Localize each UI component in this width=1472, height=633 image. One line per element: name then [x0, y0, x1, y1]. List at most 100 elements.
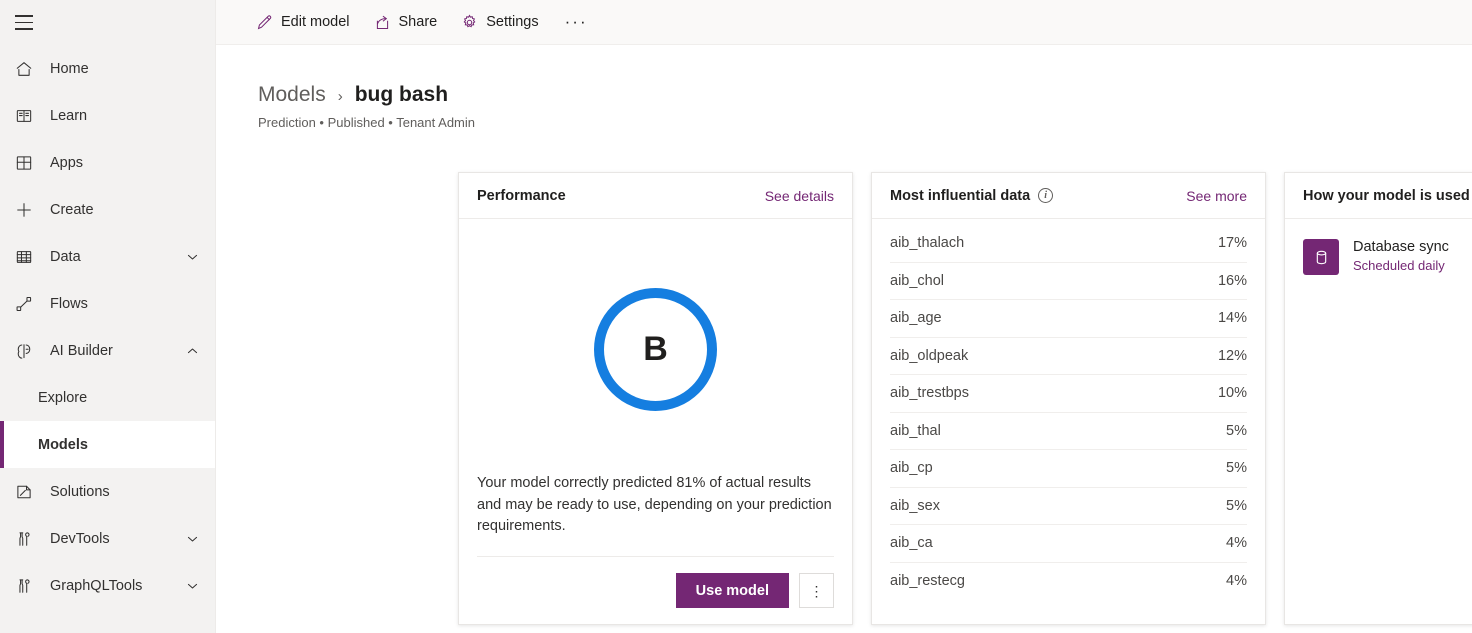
sidebar-item-label: Home — [50, 61, 89, 77]
influential-data-value: 4% — [1226, 573, 1247, 589]
plus-icon — [10, 196, 38, 224]
hamburger-icon[interactable] — [10, 9, 38, 37]
sidebar-item-flows[interactable]: Flows — [0, 280, 215, 327]
edit-model-button[interactable]: Edit model — [246, 8, 360, 37]
chevron-up-icon[interactable] — [186, 344, 199, 357]
sidebar-item-devtools[interactable]: DevTools — [0, 515, 215, 562]
influential-data-row: aib_oldpeak12% — [890, 338, 1247, 376]
more-horizontal-icon[interactable]: ··· — [553, 11, 600, 33]
performance-card: Performance See details B Your model cor… — [458, 172, 853, 625]
performance-card-body: B Your model correctly predicted 81% of … — [459, 219, 852, 624]
model-usage-card: How your model is used Database syncSche… — [1284, 172, 1472, 625]
influential-data-name: aib_ca — [890, 535, 933, 551]
apps-grid-icon — [10, 149, 38, 177]
usage-item[interactable]: Database syncScheduled daily — [1303, 219, 1472, 275]
sidebar-item-solutions[interactable]: Solutions — [0, 468, 215, 515]
sidebar-item-list: Home Learn Apps Create Data Flows AI Builder Ex… — [0, 45, 215, 609]
sidebar-item-learn[interactable]: Learn — [0, 92, 215, 139]
page-subtitle: Prediction • Published • Tenant Admin — [258, 115, 1472, 130]
more-options-button[interactable]: ⋮ — [799, 573, 834, 608]
cards-container: Performance See details B Your model cor… — [458, 172, 1472, 625]
book-icon — [10, 102, 38, 130]
performance-card-title: Performance — [477, 188, 566, 204]
sidebar-item-label: Solutions — [50, 484, 110, 500]
influential-data-name: aib_restecg — [890, 573, 965, 589]
influential-data-row: aib_restecg 4% — [890, 563, 1247, 601]
usage-item-texts: Database syncScheduled daily — [1353, 239, 1449, 273]
chevron-down-icon[interactable] — [186, 250, 199, 263]
flow-icon — [10, 290, 38, 318]
influential-data-name: aib_thalach — [890, 235, 964, 251]
breadcrumb: Models › bug bash — [258, 83, 1472, 107]
sidebar-item-label: Flows — [50, 296, 88, 312]
influential-data-name: aib_sex — [890, 498, 940, 514]
grade-badge: B — [594, 288, 717, 411]
settings-label: Settings — [486, 14, 538, 30]
page-title: bug bash — [355, 83, 448, 107]
breadcrumb-parent-link[interactable]: Models — [258, 83, 326, 107]
more-vertical-icon: ⋮ — [810, 589, 824, 593]
sidebar-item-label: Data — [50, 249, 81, 265]
see-more-link[interactable]: See more — [1186, 188, 1247, 204]
sidebar-item-label: Models — [38, 437, 88, 453]
sidebar-item-label: GraphQLTools — [50, 578, 142, 594]
influential-data-row: aib_thalach 17% — [890, 225, 1247, 263]
influential-data-value: 4% — [1226, 535, 1247, 551]
home-icon — [10, 55, 38, 83]
influential-data-value: 5% — [1226, 423, 1247, 439]
influential-data-name: aib_age — [890, 310, 942, 326]
settings-button[interactable]: Settings — [451, 8, 548, 37]
brain-icon — [10, 337, 38, 365]
sidebar-item-home[interactable]: Home — [0, 45, 215, 92]
influential-data-name: aib_trestbps — [890, 385, 969, 401]
main-content: Edit model Share — [216, 0, 1472, 633]
influential-data-name: aib_cp — [890, 460, 933, 476]
command-bar: Edit model Share — [216, 0, 1472, 45]
influential-data-row: aib_thal 5% — [890, 413, 1247, 451]
tools-icon — [10, 572, 38, 600]
sidebar-item-explore[interactable]: Explore — [0, 374, 215, 421]
sidebar-item-label: Create — [50, 202, 94, 218]
sidebar-item-graphqltools[interactable]: GraphQLTools — [0, 562, 215, 609]
influential-card-title: Most influential data i — [890, 188, 1053, 204]
share-icon — [374, 14, 391, 31]
usage-card-header: How your model is used — [1285, 173, 1472, 219]
sidebar-item-label: Explore — [38, 390, 87, 406]
influential-card-header: Most influential data i See more — [872, 173, 1265, 219]
usage-card-body: Database syncScheduled daily — [1285, 219, 1472, 624]
see-details-link[interactable]: See details — [765, 188, 834, 204]
chevron-down-icon[interactable] — [186, 532, 199, 545]
influential-data-name: aib_chol — [890, 273, 944, 289]
breadcrumb-chevron-icon: › — [338, 88, 343, 105]
sidebar-item-create[interactable]: Create — [0, 186, 215, 233]
info-icon[interactable]: i — [1038, 188, 1053, 203]
sidebar-item-models[interactable]: Models — [0, 421, 215, 468]
sidebar-item-label: Learn — [50, 108, 87, 124]
left-navigation-sidebar: Home Learn Apps Create Data Flows AI Builder Ex… — [0, 0, 216, 633]
sidebar-item-label: Apps — [50, 155, 83, 171]
influential-data-value: 17% — [1218, 235, 1247, 251]
use-model-button[interactable]: Use model — [676, 573, 789, 608]
usage-item-list: Database syncScheduled daily — [1303, 219, 1472, 275]
usage-card-title: How your model is used — [1303, 188, 1470, 204]
share-button[interactable]: Share — [364, 8, 448, 37]
sidebar-item-data[interactable]: Data — [0, 233, 215, 280]
influential-data-value: 16% — [1218, 273, 1247, 289]
chevron-down-icon[interactable] — [186, 579, 199, 592]
influential-data-row: aib_trestbps10% — [890, 375, 1247, 413]
usage-item-subtitle: Scheduled daily — [1353, 258, 1449, 273]
influential-data-value: 14% — [1218, 310, 1247, 326]
influential-data-row: aib_sex5% — [890, 488, 1247, 526]
influential-data-name: aib_thal — [890, 423, 941, 439]
influential-data-row: aib_age 14% — [890, 300, 1247, 338]
gear-icon — [461, 14, 478, 31]
influential-data-name: aib_oldpeak — [890, 348, 968, 364]
sidebar-item-ai-builder[interactable]: AI Builder — [0, 327, 215, 374]
performance-card-header: Performance See details — [459, 173, 852, 219]
sidebar-header — [0, 0, 215, 45]
database-icon — [1303, 239, 1339, 275]
sidebar-item-apps[interactable]: Apps — [0, 139, 215, 186]
performance-card-footer: Use model ⋮ — [477, 556, 834, 624]
grade-container: B — [477, 219, 834, 473]
influential-data-value: 5% — [1226, 460, 1247, 476]
